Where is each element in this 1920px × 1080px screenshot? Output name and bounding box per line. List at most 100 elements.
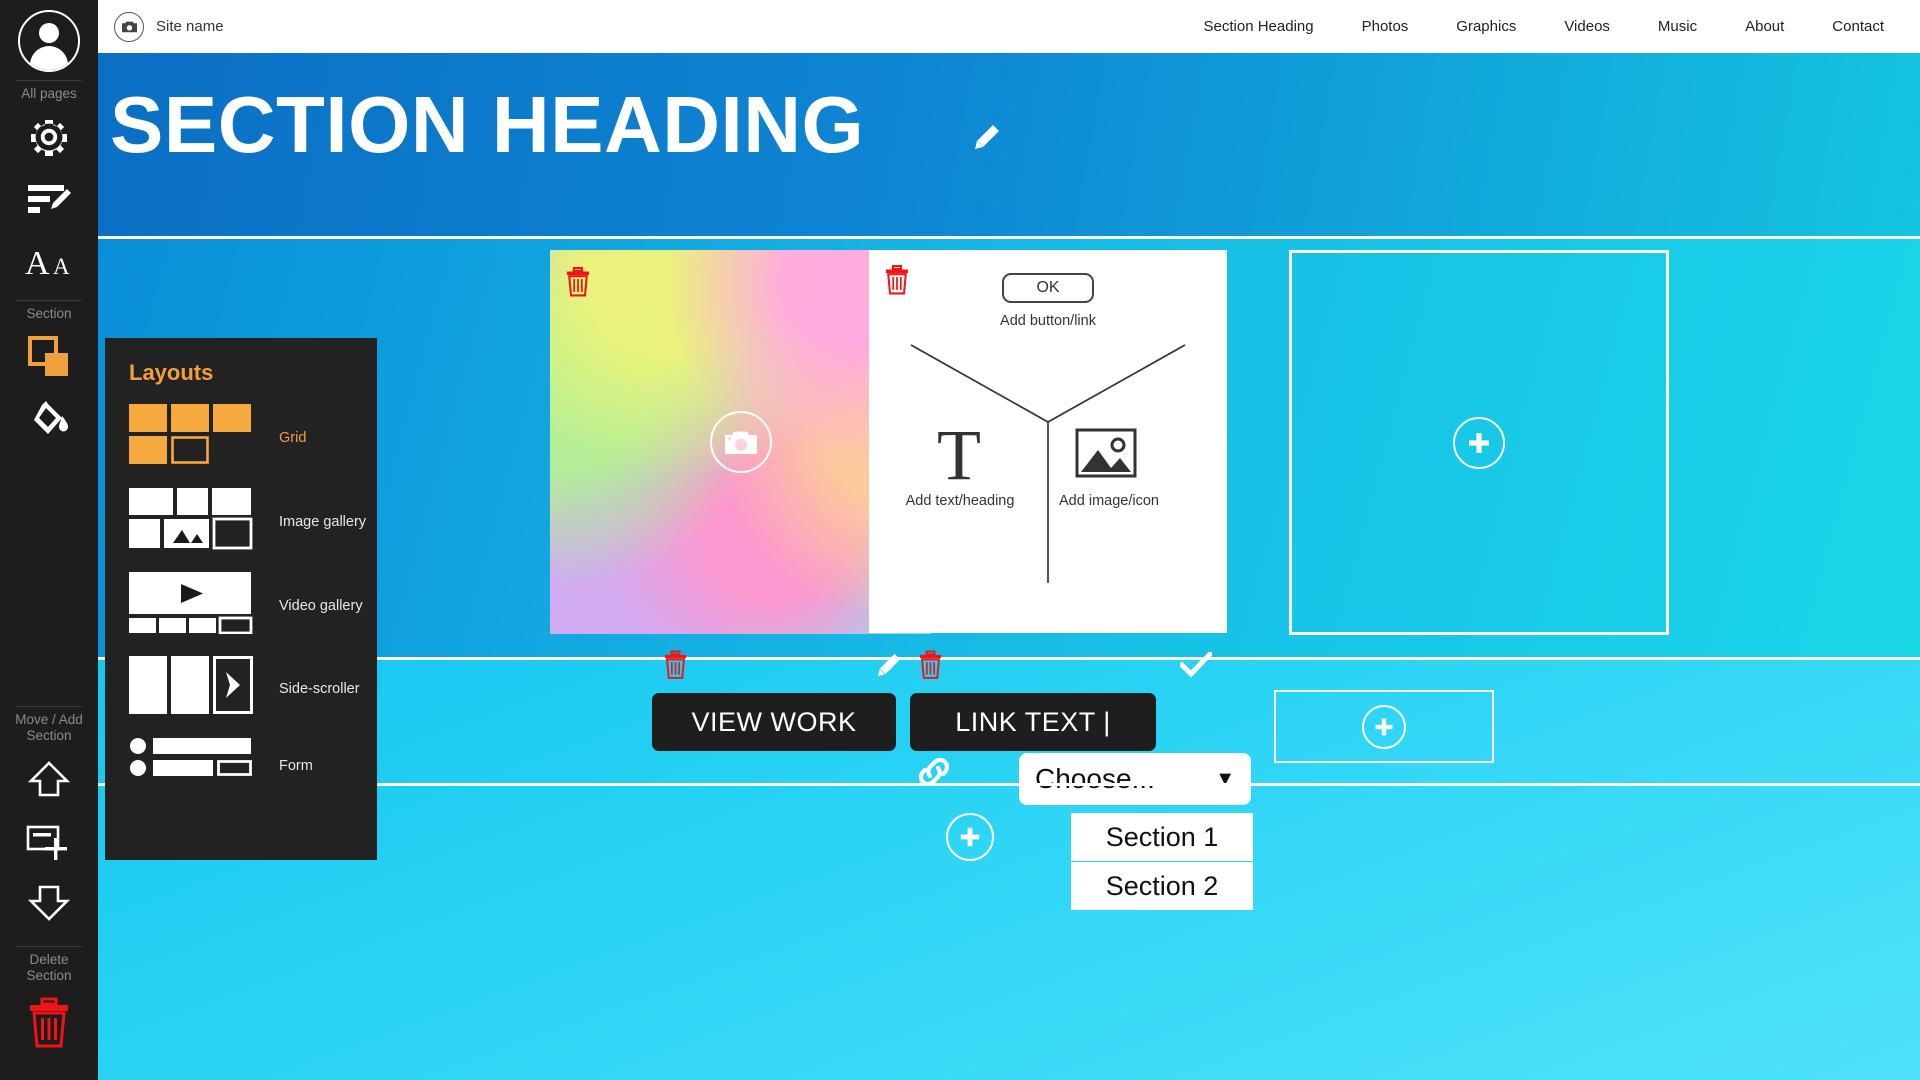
delete-image-block-button[interactable] — [564, 266, 592, 303]
paint-bucket-icon — [34, 401, 68, 434]
trash-icon — [919, 650, 942, 679]
gear-icon — [31, 120, 67, 156]
nav-link-graphics[interactable]: Graphics — [1432, 18, 1540, 35]
pencil-icon — [877, 653, 901, 677]
grid-thumbnail — [129, 404, 255, 471]
form-icon — [130, 738, 252, 776]
nav-link-music[interactable]: Music — [1634, 18, 1721, 35]
group-label-section: Section — [26, 306, 72, 321]
divider — [16, 300, 82, 301]
link-target-select[interactable]: Choose... ▼ — [1019, 753, 1251, 805]
layout-option-side-scroller[interactable]: Side-scroller — [129, 656, 377, 721]
add-section-button[interactable] — [0, 810, 98, 872]
edit-content-button[interactable] — [0, 168, 98, 230]
pencil-icon — [975, 125, 999, 149]
background-fill-button[interactable] — [0, 388, 98, 450]
plus-circle-icon — [1469, 432, 1489, 453]
edit-title-button[interactable] — [973, 123, 1001, 156]
side-scroller-icon — [129, 656, 253, 714]
nav-link-about[interactable]: About — [1721, 18, 1808, 35]
nav-link-videos[interactable]: Videos — [1540, 18, 1634, 35]
site-name: Site name — [156, 18, 224, 35]
link-target-option-section-2[interactable]: Section 2 — [1071, 862, 1253, 910]
layout-label-video-gallery: Video gallery — [279, 597, 363, 614]
nav-link-contact[interactable]: Contact — [1808, 18, 1920, 35]
layout-label-grid: Grid — [279, 429, 307, 446]
add-section-icon — [26, 825, 67, 860]
add-block-button[interactable] — [1453, 416, 1505, 469]
delete-line2: Section — [26, 968, 72, 983]
confirm-link-button[interactable] — [1178, 650, 1214, 683]
group-label-move-add: Move / Add Section — [4, 712, 94, 744]
avatar[interactable] — [18, 10, 80, 72]
arrow-up-icon — [27, 761, 71, 797]
group-label-delete-section: Delete Section — [4, 952, 94, 984]
camera-icon — [724, 431, 757, 454]
divider — [16, 80, 82, 81]
trash-icon — [664, 650, 687, 679]
add-button-link-button[interactable]: OK — [1002, 273, 1094, 303]
move-section-down-button[interactable] — [0, 872, 98, 934]
layout-option-image-gallery[interactable]: Image gallery — [129, 488, 377, 555]
avatar-head — [39, 23, 59, 43]
avatar-body — [30, 46, 68, 70]
layout-option-video-gallery[interactable]: Video gallery — [129, 572, 377, 639]
nav-link-section-heading[interactable]: Section Heading — [1180, 18, 1338, 35]
delete-section-button[interactable] — [0, 988, 98, 1058]
move-section-up-button[interactable] — [0, 748, 98, 810]
camera-icon — [121, 21, 137, 32]
empty-block-placeholder[interactable] — [1289, 250, 1669, 635]
layout-label-image-gallery: Image gallery — [279, 513, 367, 530]
add-element-block[interactable]: OK Add button/link T Add text/heading Ad… — [869, 250, 1227, 633]
replace-image-button[interactable] — [709, 411, 772, 473]
link-text-button[interactable]: LINK TEXT | — [910, 693, 1156, 751]
typography-icon: A A — [25, 245, 70, 280]
check-icon — [1178, 650, 1214, 678]
image-gallery-icon — [129, 488, 253, 550]
site-brand[interactable]: Site name — [114, 11, 224, 42]
video-gallery-icon — [129, 572, 253, 635]
divider — [16, 946, 82, 947]
delete-line1: Delete — [29, 952, 69, 967]
arrow-down-icon — [27, 885, 71, 921]
layouts-panel-title: Layouts — [129, 360, 214, 385]
settings-button[interactable] — [0, 106, 98, 168]
edit-link-text-button[interactable] — [876, 652, 902, 683]
svg-text:A: A — [53, 254, 70, 279]
editor-toolbar: All pages A A Section Move / Add Section… — [0, 0, 98, 1080]
delete-link-text-button[interactable] — [917, 650, 944, 685]
nav-link-photos[interactable]: Photos — [1338, 18, 1433, 35]
add-text-heading-button[interactable]: T — [914, 419, 1004, 491]
add-text-heading-label: Add text/heading — [905, 493, 1015, 509]
chevron-down-icon: ▼ — [1215, 767, 1235, 790]
typography-button[interactable]: A A — [0, 230, 98, 292]
delete-view-work-button[interactable] — [662, 650, 689, 685]
section-layers-button[interactable] — [0, 326, 98, 388]
video-gallery-thumbnail — [129, 572, 255, 639]
link-target-button[interactable] — [915, 755, 953, 794]
layout-label-form: Form — [279, 757, 313, 774]
link-target-option-section-1[interactable]: Section 1 — [1071, 813, 1253, 861]
site-navbar: Site name Section Heading Photos Graphic… — [98, 0, 1920, 53]
layout-option-form[interactable]: Form — [129, 738, 377, 793]
empty-block-placeholder-2[interactable] — [1274, 690, 1494, 763]
logo-placeholder[interactable] — [114, 11, 144, 42]
svg-text:A: A — [25, 245, 50, 280]
add-button-link-label: Add button/link — [1000, 313, 1096, 329]
divider — [16, 706, 82, 707]
side-scroller-thumbnail — [129, 656, 255, 721]
add-image-icon-label: Add image/icon — [1059, 493, 1159, 509]
image-gallery-thumbnail — [129, 488, 255, 555]
add-block-button-2[interactable] — [1362, 704, 1406, 749]
add-element-inline-button[interactable] — [946, 813, 994, 861]
picture-icon — [1075, 428, 1137, 478]
page-title[interactable]: SECTION HEADING — [110, 79, 864, 171]
view-work-button[interactable]: VIEW WORK — [652, 693, 896, 751]
plus-circle-icon — [1375, 718, 1393, 735]
add-image-icon-button[interactable] — [1075, 428, 1137, 483]
form-thumbnail — [129, 738, 255, 793]
layout-option-grid[interactable]: Grid — [129, 404, 377, 471]
nav-links: Section Heading Photos Graphics Videos M… — [1180, 18, 1920, 35]
move-add-line2: Section — [26, 728, 72, 743]
group-label-all-pages: All pages — [21, 86, 77, 101]
